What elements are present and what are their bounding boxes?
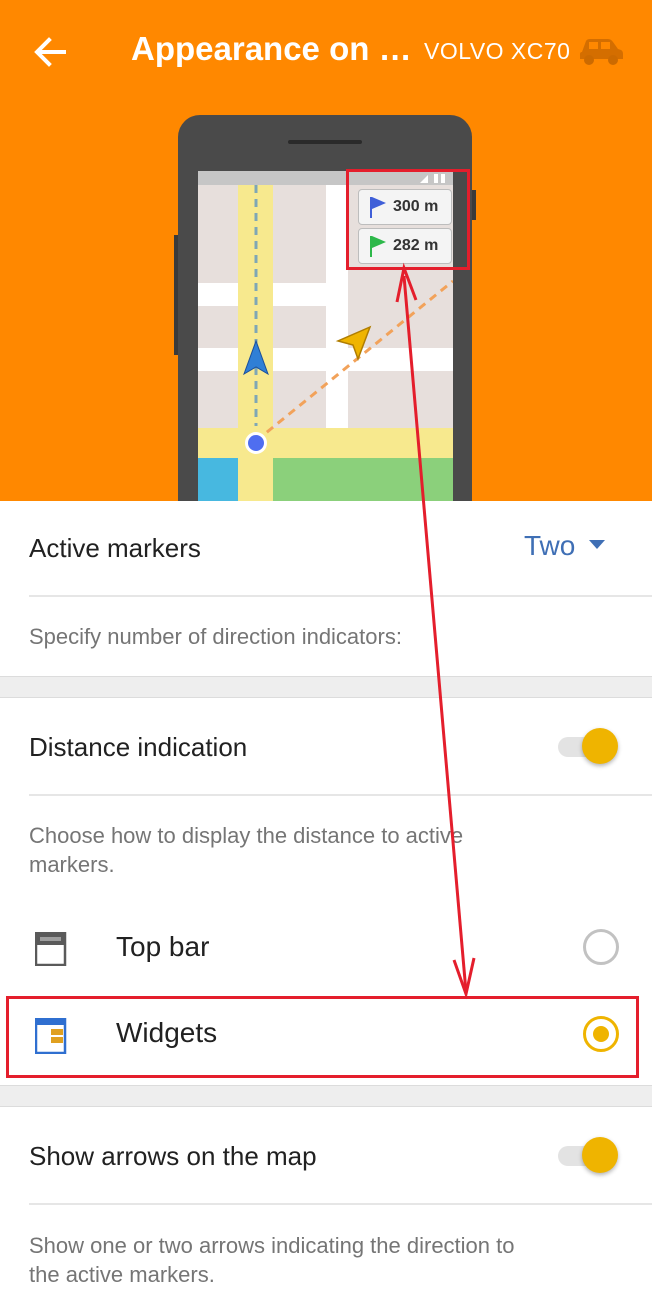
description-line: Show one or two arrows indicating the di…	[29, 1233, 515, 1258]
option-top-bar[interactable]: Top bar	[0, 907, 652, 987]
divider	[29, 595, 652, 597]
divider	[29, 794, 652, 796]
toggle-thumb	[582, 728, 618, 764]
top-bar-label: Top bar	[116, 931, 210, 962]
description-line: markers.	[29, 852, 115, 877]
page-title: Appearance on t…	[131, 30, 421, 67]
top-bar-icon	[35, 932, 67, 966]
divider	[29, 1203, 652, 1205]
widgets-option-highlight-box	[6, 996, 639, 1078]
active-markers-description: Specify number of direction indicators:	[29, 624, 402, 649]
toggle-thumb	[582, 1137, 618, 1173]
active-markers-value: Two	[524, 530, 576, 561]
description-line: Choose how to display the distance to ac…	[29, 823, 464, 848]
phone-side-button	[472, 190, 476, 220]
arrow-left-icon	[34, 37, 66, 67]
show-arrows-description: Show one or two arrows indicating the di…	[29, 1231, 514, 1289]
active-markers-dropdown[interactable]: Two	[524, 530, 606, 566]
description-line: the active markers.	[29, 1262, 215, 1287]
widgets-highlight-box	[346, 169, 470, 270]
profile-name[interactable]: VOLVO XC70	[424, 38, 570, 65]
phone-speaker	[288, 140, 362, 144]
section-separator	[0, 1085, 652, 1107]
distance-indication-label: Distance indication	[29, 732, 248, 762]
show-arrows-toggle[interactable]	[558, 1137, 618, 1173]
back-button[interactable]	[28, 30, 72, 74]
phone-side-button	[174, 235, 178, 355]
section-separator	[0, 676, 652, 698]
active-markers-label: Active markers	[29, 533, 201, 563]
chevron-down-icon	[589, 540, 606, 550]
show-arrows-label: Show arrows on the map	[29, 1141, 317, 1171]
distance-indication-toggle[interactable]	[558, 728, 618, 764]
car-icon	[580, 39, 623, 65]
header-banner: Appearance on t… VOLVO XC70 300 m 282 m	[0, 0, 652, 501]
distance-indication-description: Choose how to display the distance to ac…	[29, 821, 463, 879]
top-bar-radio[interactable]	[583, 929, 619, 965]
